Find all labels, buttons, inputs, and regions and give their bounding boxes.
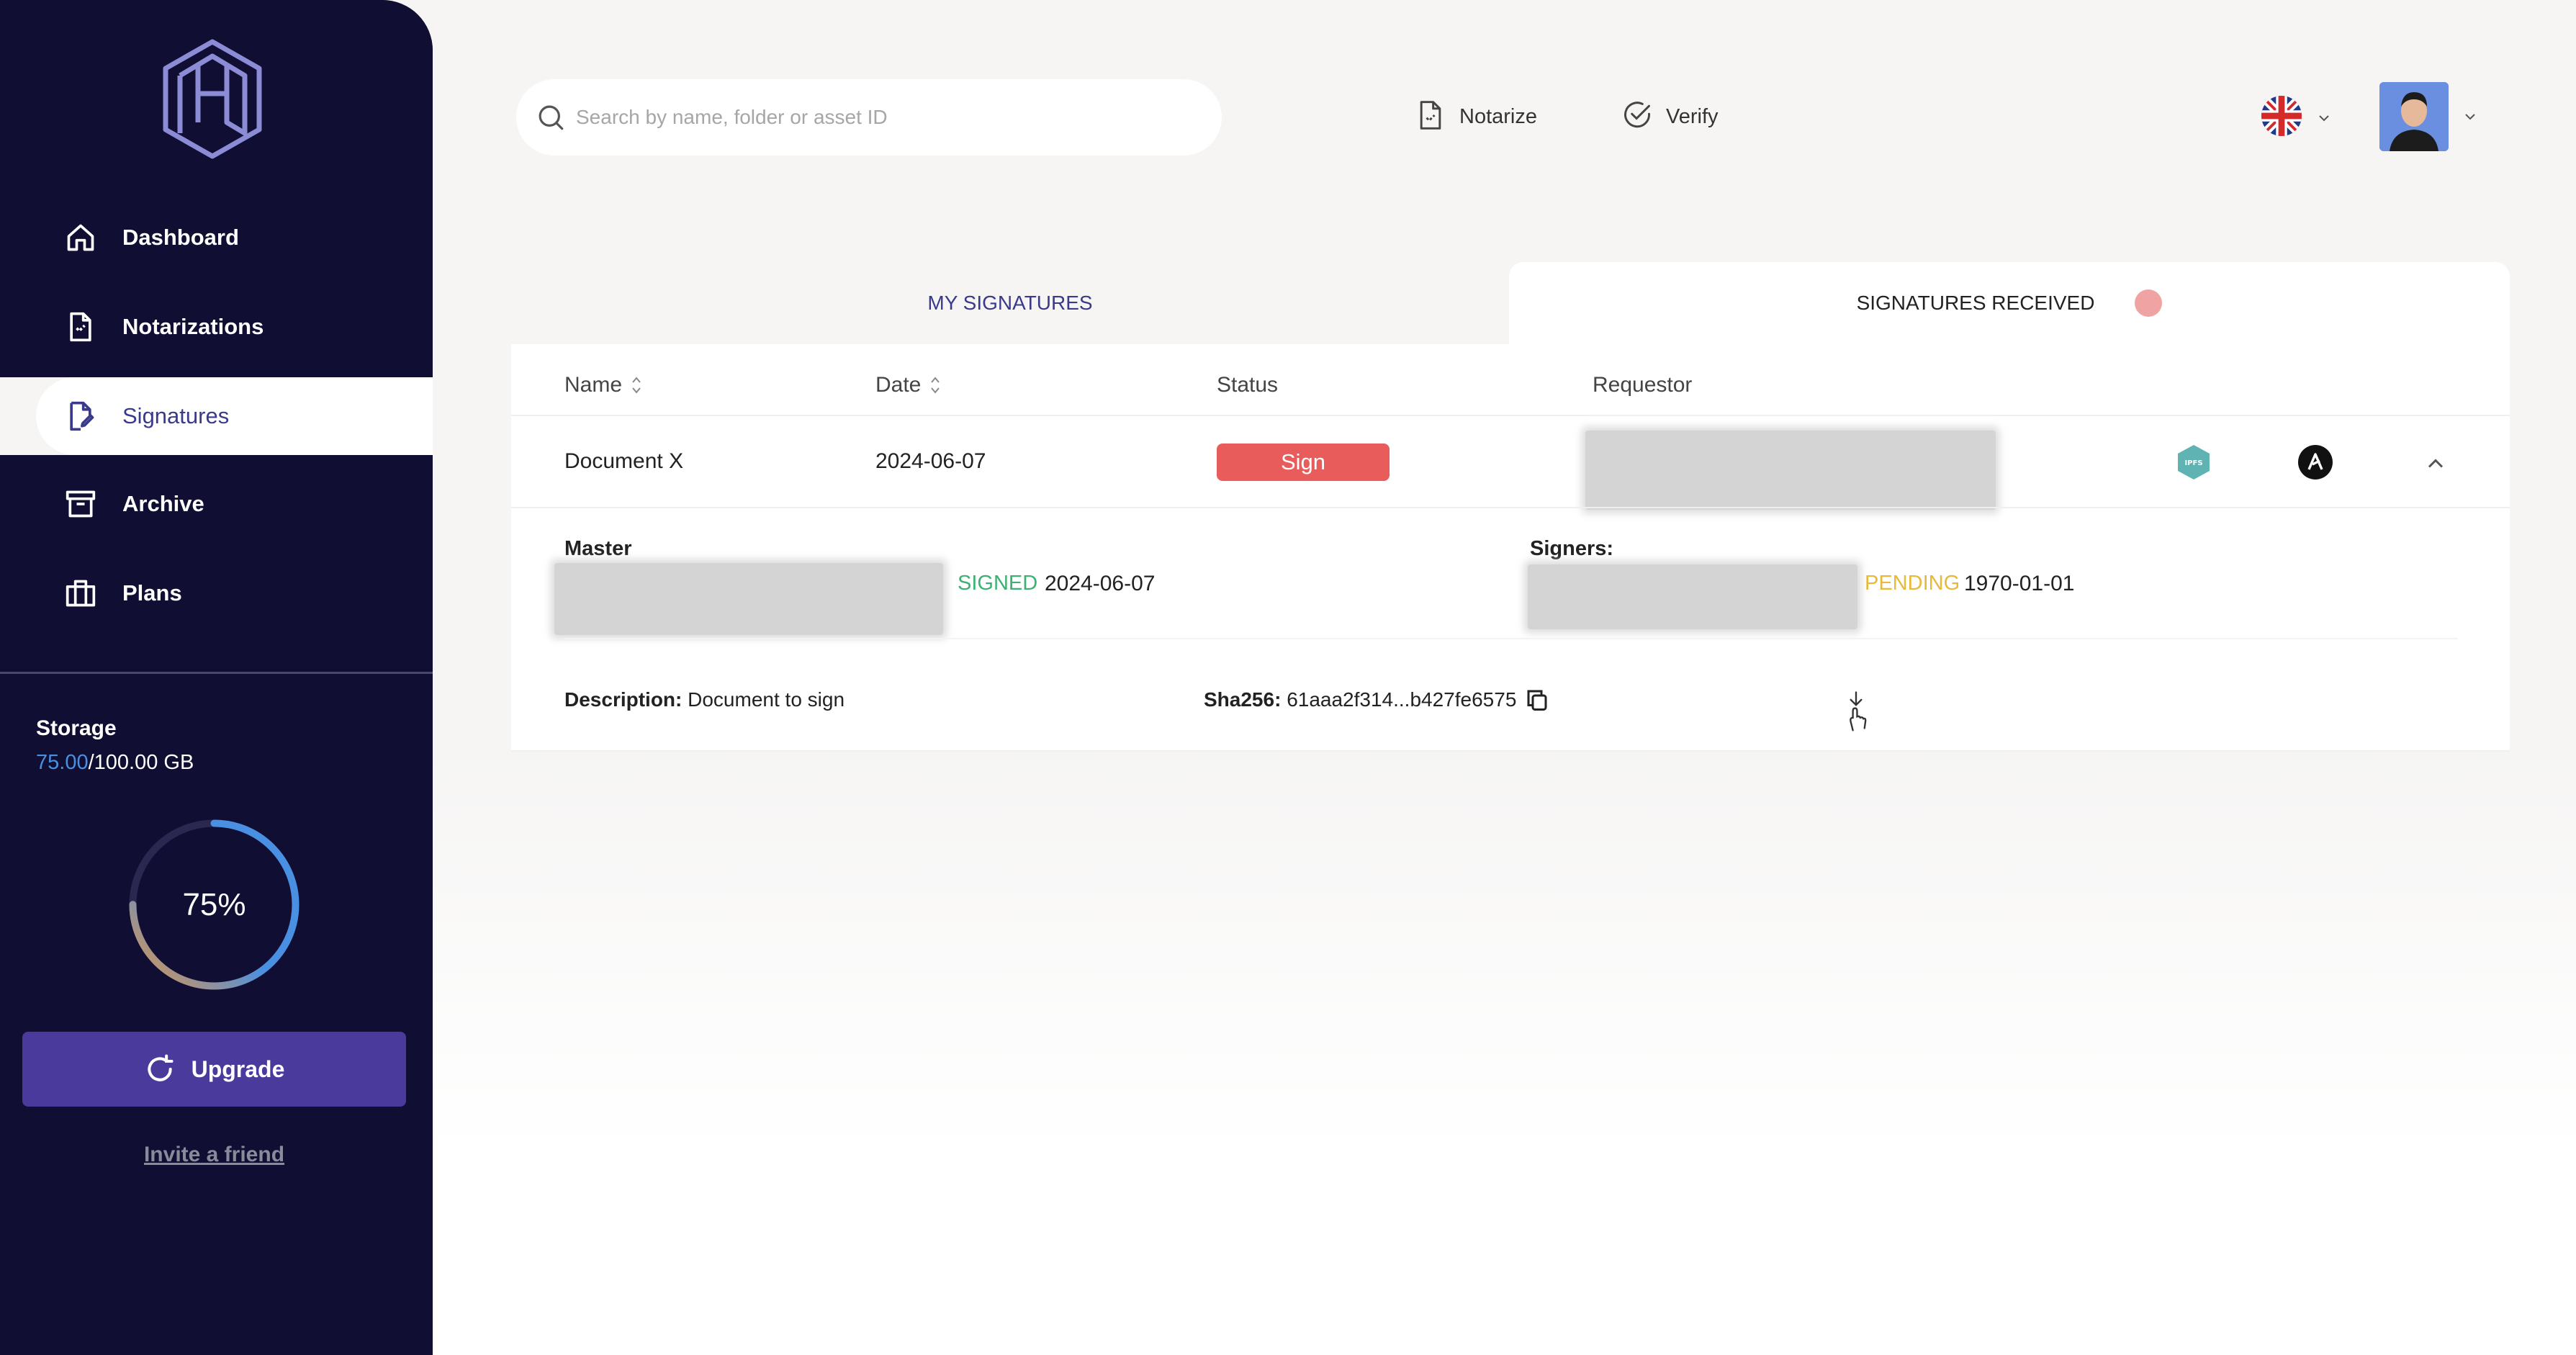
archive-box-icon xyxy=(63,487,98,521)
description-value: Document to sign xyxy=(688,688,845,711)
hn-logo[interactable] xyxy=(158,36,266,162)
ipfs-icon[interactable]: IPFS xyxy=(2176,444,2212,485)
signers-label: Signers: xyxy=(1530,537,1614,560)
tab-label: MY SIGNATURES xyxy=(927,292,1093,314)
tab-signatures-received[interactable]: SIGNATURES RECEIVED xyxy=(1509,262,2510,344)
sidebar-item-archive[interactable]: Archive xyxy=(36,465,433,543)
sidebar-item-label: Dashboard xyxy=(122,225,239,250)
avatar xyxy=(2379,82,2449,151)
sidebar-item-plans[interactable]: Plans xyxy=(36,554,433,632)
sidebar-item-label: Plans xyxy=(122,580,182,606)
sidebar-item-dashboard[interactable]: Dashboard xyxy=(36,199,433,276)
notification-dot xyxy=(2135,289,2163,317)
signature-icon xyxy=(63,399,98,433)
column-label: Name xyxy=(564,373,623,397)
column-label: Requestor xyxy=(1593,373,1693,397)
master-date: 2024-06-07 xyxy=(1045,572,1156,595)
tab-label: SIGNATURES RECEIVED xyxy=(1856,292,2095,314)
column-header-name[interactable]: Name xyxy=(564,373,644,397)
upgrade-button[interactable]: Upgrade xyxy=(22,1032,406,1107)
row-date: 2024-06-07 xyxy=(875,449,986,473)
check-circle-icon xyxy=(1621,99,1653,135)
refresh-icon xyxy=(144,1053,176,1085)
signature-tabs: MY SIGNATURES SIGNATURES RECEIVED xyxy=(511,262,2510,344)
user-menu[interactable] xyxy=(2379,82,2479,151)
divider xyxy=(511,415,2510,416)
signer-status: PENDING xyxy=(1865,572,1960,595)
sort-icon xyxy=(928,374,942,397)
sha-value: 61aaa2f314...b427fe6575 xyxy=(1287,688,1517,711)
column-header-date[interactable]: Date xyxy=(875,373,942,397)
home-icon xyxy=(63,220,98,255)
sha-label: Sha256: xyxy=(1204,688,1282,711)
sidebar-divider xyxy=(0,672,433,674)
column-label: Date xyxy=(875,373,922,397)
uk-flag-icon xyxy=(2261,95,2302,140)
divider xyxy=(511,750,2510,752)
signer-redacted xyxy=(1528,564,1857,629)
signatures-table: Name Date Status Requestor Document X 20… xyxy=(511,344,2510,752)
arweave-icon[interactable] xyxy=(2297,444,2334,485)
storage-value: 75.00/100.00 GB xyxy=(36,751,194,775)
sidebar-item-signatures[interactable]: Signatures xyxy=(36,377,433,455)
sidebar-item-label: Archive xyxy=(122,491,204,516)
divider xyxy=(564,638,2458,639)
chevron-down-icon xyxy=(2315,109,2333,127)
master-redacted xyxy=(554,563,943,635)
svg-text:IPFS: IPFS xyxy=(2184,459,2202,467)
chevron-down-icon xyxy=(2462,108,2479,125)
column-header-requestor: Requestor xyxy=(1593,373,1692,397)
signer-date: 1970-01-01 xyxy=(1964,572,2075,595)
search-icon xyxy=(536,102,566,132)
briefcase-icon xyxy=(63,576,98,611)
divider xyxy=(511,507,2510,508)
row-document-name: Document X xyxy=(564,449,684,473)
sidebar-item-notarizations[interactable]: Notarizations xyxy=(36,288,433,366)
storage-used: 75.00 xyxy=(36,751,89,774)
sidebar-item-label: Signatures xyxy=(122,403,230,428)
column-label: Status xyxy=(1217,373,1279,397)
master-label: Master xyxy=(564,537,632,560)
sidebar: Dashboard Notarizations Signatures Archi… xyxy=(0,0,433,1355)
search-bar[interactable] xyxy=(516,79,1222,156)
upgrade-label: Upgrade xyxy=(191,1055,285,1082)
storage-title: Storage xyxy=(36,716,117,740)
sidebar-item-label: Notarizations xyxy=(122,314,264,339)
search-input[interactable] xyxy=(576,106,1181,129)
sign-button[interactable]: Sign xyxy=(1217,444,1390,481)
chevron-up-icon[interactable] xyxy=(2423,451,2449,480)
document-icon xyxy=(63,310,98,344)
description-label: Description: xyxy=(564,688,683,711)
notarize-label: Notarize xyxy=(1459,104,1537,128)
verify-label: Verify xyxy=(1666,104,1719,128)
document-stamp-icon xyxy=(1415,99,1446,135)
copy-icon[interactable] xyxy=(1524,687,1550,716)
requestor-redacted xyxy=(1585,431,1996,510)
storage-percent-label: 75% xyxy=(182,886,246,922)
sort-icon xyxy=(629,374,644,397)
invite-friend-link[interactable]: Invite a friend xyxy=(0,1143,428,1167)
download-icon[interactable] xyxy=(1840,690,1872,737)
notarize-button[interactable]: Notarize xyxy=(1415,98,1537,135)
master-status: SIGNED xyxy=(958,572,1038,595)
language-selector[interactable] xyxy=(2261,95,2333,140)
tab-my-signatures[interactable]: MY SIGNATURES xyxy=(511,262,1509,344)
column-header-status: Status xyxy=(1217,373,1278,397)
sha256: Sha256: 61aaa2f314...b427fe6575 xyxy=(1204,688,1516,711)
description: Description: Document to sign xyxy=(564,688,845,711)
storage-total: /100.00 GB xyxy=(88,751,194,774)
verify-button[interactable]: Verify xyxy=(1621,98,1719,135)
